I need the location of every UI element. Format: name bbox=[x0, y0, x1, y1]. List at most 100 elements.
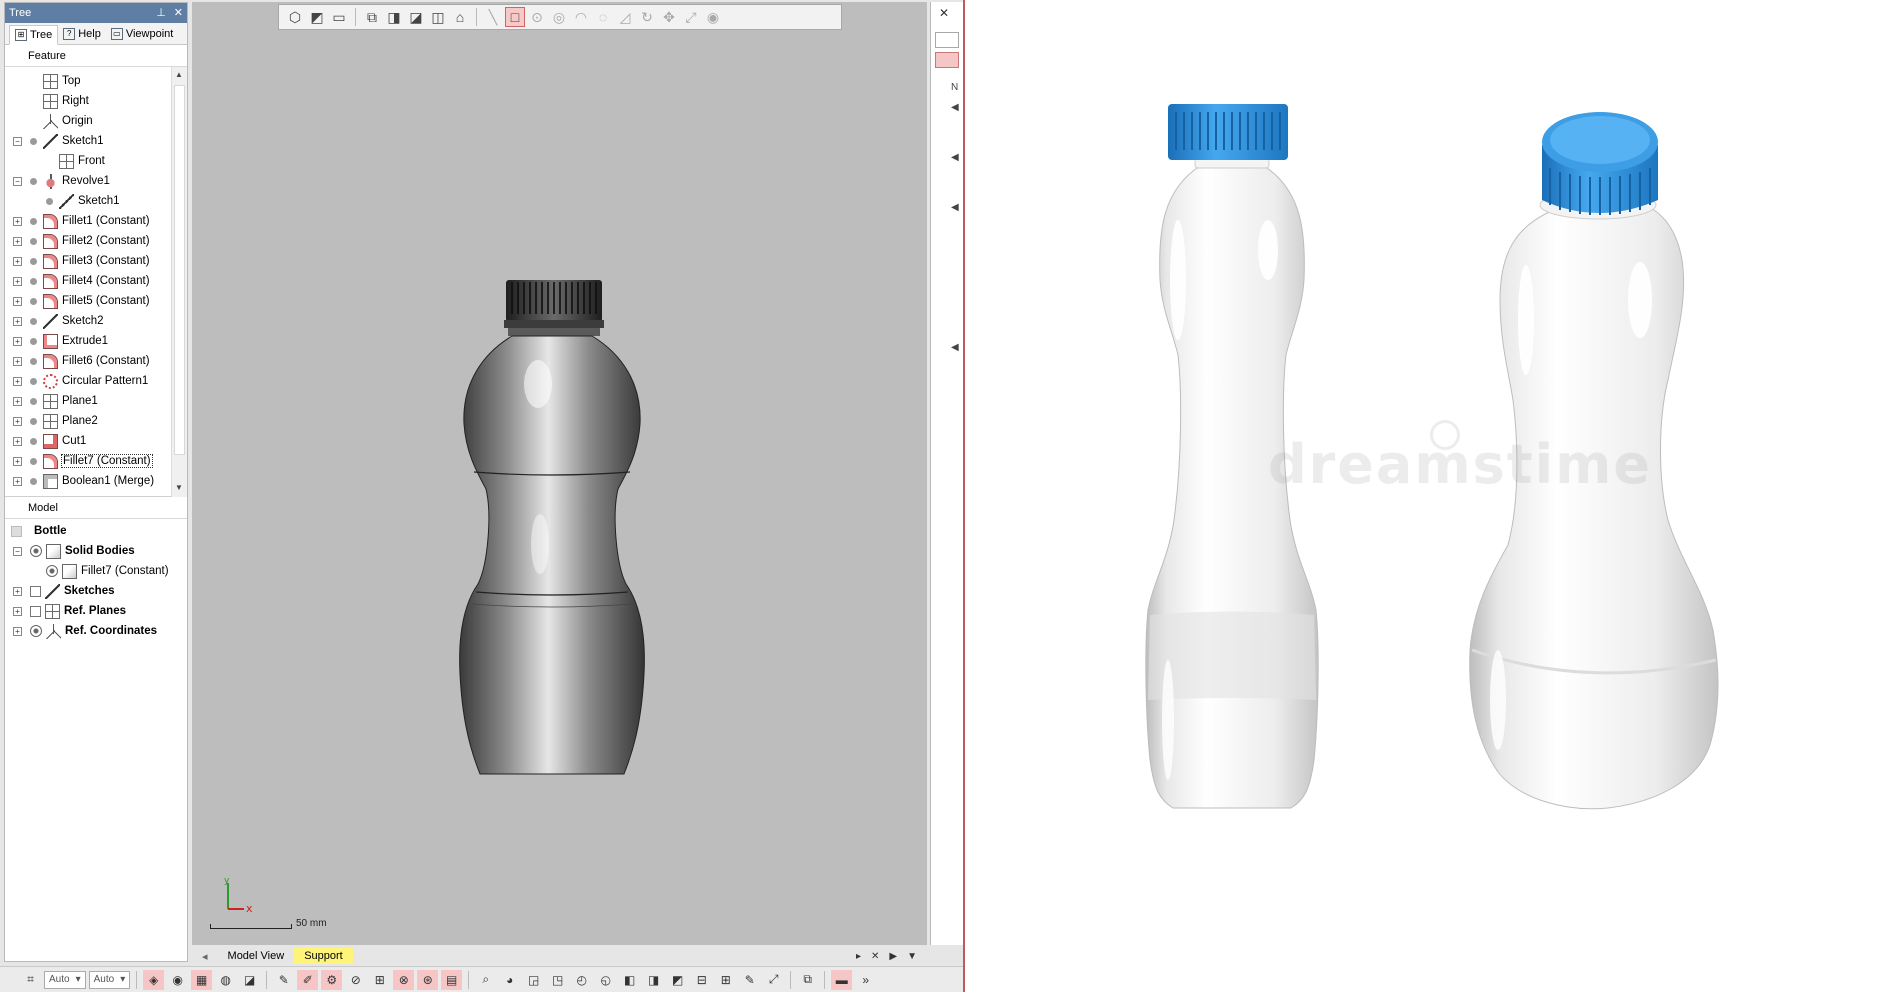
filter-all-icon[interactable]: ▤ bbox=[441, 969, 463, 990]
view-fit-icon[interactable]: ⌕ bbox=[475, 970, 496, 990]
filter-edge-icon[interactable]: ▦ bbox=[191, 969, 213, 990]
visibility-toggle-icon[interactable] bbox=[30, 545, 42, 557]
model-root-row[interactable]: Bottle bbox=[11, 521, 67, 541]
feature-row[interactable]: − Sketch1 bbox=[13, 131, 104, 151]
expand-toggle-icon[interactable]: + bbox=[13, 416, 22, 426]
section-view-icon[interactable]: ▭ bbox=[329, 7, 349, 27]
expand-toggle-icon[interactable]: − bbox=[13, 546, 22, 556]
expand-toggle-icon[interactable]: − bbox=[13, 136, 22, 146]
filter-vertex-icon[interactable]: ◍ bbox=[215, 970, 236, 990]
view-color-icon[interactable]: ◕ bbox=[499, 970, 520, 990]
filter-plane-icon[interactable]: ⊘ bbox=[345, 970, 366, 990]
rotate-icon[interactable]: ↻ bbox=[637, 7, 657, 27]
model-row[interactable]: + Ref. Coordinates bbox=[13, 621, 157, 641]
tab-close-icon[interactable]: ✕ bbox=[871, 951, 879, 962]
expand-toggle-icon[interactable]: + bbox=[13, 216, 22, 226]
expand-toggle-icon[interactable]: + bbox=[13, 476, 22, 486]
close-icon[interactable]: ✕ bbox=[939, 6, 949, 20]
panel-options-icon[interactable] bbox=[935, 52, 959, 68]
feature-row[interactable]: Right bbox=[13, 91, 89, 111]
feature-row[interactable]: + Fillet4 (Constant) bbox=[13, 271, 150, 291]
model-row[interactable]: + Ref. Planes bbox=[13, 601, 126, 621]
feature-row[interactable]: + Fillet6 (Constant) bbox=[13, 351, 150, 371]
filter-body-icon[interactable]: ◈ bbox=[143, 969, 165, 990]
visibility-toggle-icon[interactable] bbox=[30, 605, 41, 617]
visibility-icon[interactable]: ◉ bbox=[703, 7, 723, 27]
expand-toggle-icon[interactable]: + bbox=[13, 296, 22, 306]
expand-toggle-icon[interactable]: + bbox=[13, 586, 22, 596]
view-front-icon[interactable]: ◩ bbox=[667, 970, 688, 990]
tab-scroll-left-icon[interactable]: ◂ bbox=[192, 948, 218, 965]
circle-icon[interactable]: ◎ bbox=[549, 7, 569, 27]
visibility-toggle-icon[interactable] bbox=[46, 565, 58, 577]
visibility-toggle-icon[interactable] bbox=[30, 625, 42, 637]
select-face-icon[interactable]: □ bbox=[505, 7, 525, 27]
lasso-icon[interactable]: ◌ bbox=[593, 7, 613, 27]
toolbar-more-icon[interactable]: » bbox=[855, 970, 876, 990]
view-section-icon[interactable]: ◧ bbox=[619, 970, 640, 990]
model-row[interactable]: + Sketches bbox=[13, 581, 115, 601]
zoom-fit-icon[interactable]: ⤢ bbox=[681, 7, 701, 27]
feature-row[interactable]: + Fillet5 (Constant) bbox=[13, 291, 150, 311]
feature-row[interactable]: + Plane2 bbox=[13, 411, 98, 431]
arc-icon[interactable]: ◠ bbox=[571, 7, 591, 27]
home-view-icon[interactable]: ⌂ bbox=[450, 7, 470, 27]
feature-row[interactable]: + Boolean1 (Merge) bbox=[13, 471, 154, 491]
snap-mode-select[interactable]: Auto ▾ bbox=[44, 970, 86, 989]
tab-menu-icon[interactable]: ▶ bbox=[889, 951, 897, 962]
view-expand-icon[interactable]: ⤢ bbox=[763, 970, 784, 990]
scrollbar-thumb[interactable] bbox=[174, 85, 185, 455]
expand-toggle-icon[interactable]: + bbox=[13, 256, 22, 266]
expand-toggle-icon[interactable]: + bbox=[13, 276, 22, 286]
view-edit-icon[interactable]: ✎ bbox=[739, 970, 760, 990]
view-top-icon[interactable]: ⊟ bbox=[691, 970, 712, 990]
scroll-down-icon[interactable]: ▼ bbox=[175, 483, 183, 492]
expand-toggle-icon[interactable]: + bbox=[13, 436, 22, 446]
model-row[interactable]: − Solid Bodies bbox=[13, 541, 135, 561]
filter-sketch-icon[interactable]: ✎ bbox=[273, 970, 294, 990]
expand-toggle-icon[interactable]: + bbox=[13, 626, 22, 636]
feature-scrollbar[interactable]: ▲ ▼ bbox=[171, 67, 187, 497]
filter-csys-icon[interactable]: ⊗ bbox=[393, 969, 415, 990]
feature-row[interactable]: Sketch1 bbox=[13, 191, 120, 211]
tab-support[interactable]: Support bbox=[294, 948, 353, 964]
cad-bottle-model[interactable] bbox=[452, 274, 652, 794]
feature-row[interactable]: + Fillet7 (Constant) bbox=[13, 451, 153, 471]
view-orientation-icon[interactable]: ⬡ bbox=[285, 7, 305, 27]
close-icon[interactable]: ✕ bbox=[174, 7, 183, 19]
tab-tree[interactable]: ⊞ Tree bbox=[9, 25, 59, 45]
feature-row[interactable]: + Plane1 bbox=[13, 391, 98, 411]
feature-row[interactable]: − Revolve1 bbox=[13, 171, 110, 191]
point-icon[interactable]: ⊙ bbox=[527, 7, 547, 27]
feature-row[interactable]: Front bbox=[13, 151, 105, 171]
tab-model-view[interactable]: Model View bbox=[218, 948, 295, 964]
scroll-up-icon[interactable]: ▲ bbox=[175, 70, 183, 79]
measure-icon[interactable]: ◿ bbox=[615, 7, 635, 27]
feature-row[interactable]: Top bbox=[13, 71, 81, 91]
panel-toggle-icon[interactable] bbox=[935, 32, 959, 48]
view-grid-icon[interactable]: ⊞ bbox=[715, 970, 736, 990]
display-style-icon[interactable]: ◩ bbox=[307, 7, 327, 27]
snap-icon[interactable]: ⌗ bbox=[20, 970, 41, 990]
front-view-icon[interactable]: ◨ bbox=[384, 7, 404, 27]
filter-curve-icon[interactable]: ✐ bbox=[297, 969, 319, 990]
feature-row[interactable]: + Fillet2 (Constant) bbox=[13, 231, 150, 251]
filter-mode-select[interactable]: Auto ▾ bbox=[88, 970, 131, 989]
tab-help[interactable]: ? Help bbox=[58, 24, 106, 44]
feature-row[interactable]: + Circular Pattern1 bbox=[13, 371, 148, 391]
view-cube-icon[interactable]: ◨ bbox=[643, 970, 664, 990]
view-dim-icon[interactable]: ◳ bbox=[547, 970, 568, 990]
view-box-icon[interactable]: ◵ bbox=[595, 970, 616, 990]
feature-row[interactable]: + Extrude1 bbox=[13, 331, 108, 351]
feature-row[interactable]: + Fillet1 (Constant) bbox=[13, 211, 150, 231]
expand-toggle-icon[interactable]: + bbox=[13, 236, 22, 246]
filter-point-icon[interactable]: ⚙ bbox=[321, 969, 343, 990]
tab-viewpoint[interactable]: ▭ Viewpoint bbox=[106, 24, 179, 44]
3d-viewport[interactable]: ⬡ ◩ ▭ ⧉ ◨ ◪ ◫ ⌂ ╲ □ ⊙ ◎ ◠ ◌ ◿ ↻ ✥ ⤢ ◉ y … bbox=[192, 2, 927, 945]
expand-toggle-icon[interactable]: + bbox=[13, 606, 22, 616]
model-row[interactable]: Fillet7 (Constant) bbox=[13, 561, 169, 581]
standard-views-icon[interactable]: ⧉ bbox=[362, 7, 382, 27]
expand-toggle-icon[interactable]: + bbox=[13, 316, 22, 326]
expand-toggle-icon[interactable]: − bbox=[13, 176, 22, 186]
feature-row[interactable]: Origin bbox=[13, 111, 93, 131]
